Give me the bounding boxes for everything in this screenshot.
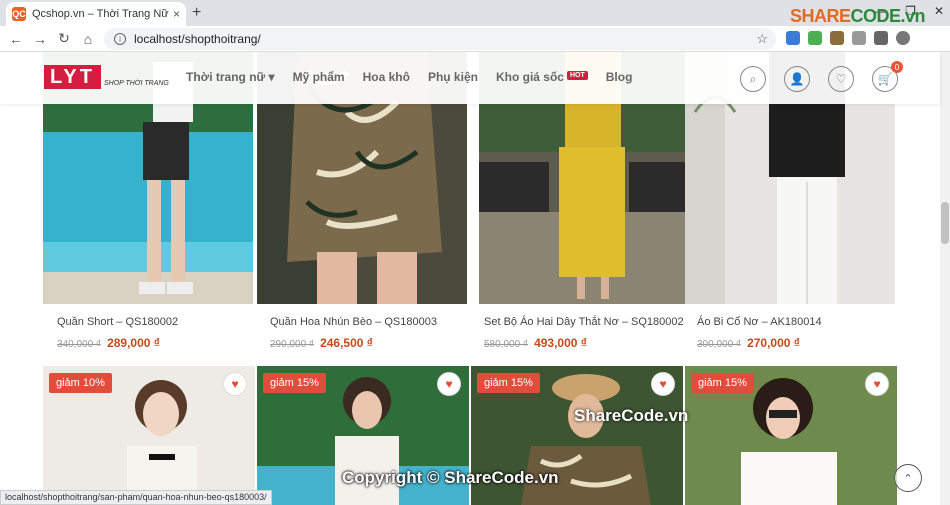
cart-count-badge: 0 — [891, 61, 903, 73]
address-bar[interactable]: i localhost/shopthoitrang/ ☆ — [104, 28, 776, 50]
url-text: localhost/shopthoitrang/ — [134, 32, 261, 46]
reload-icon[interactable]: ↻ — [52, 30, 76, 47]
product-name[interactable]: Set Bộ Áo Hai Dây Thắt Nơ – SQ180002 — [484, 316, 684, 328]
puzzle-icon[interactable] — [874, 31, 888, 45]
back-icon[interactable]: ← — [4, 31, 28, 47]
menu-item-blog[interactable]: Blog — [606, 70, 633, 84]
scrollbar[interactable] — [940, 52, 950, 505]
status-bar-url: localhost/shopthoitrang/san-pham/quan-ho… — [0, 490, 272, 505]
menu-item-kho-gia-soc[interactable]: Kho giá sốc HOT — [496, 70, 588, 84]
wishlist-heart-icon[interactable]: ♥ — [223, 372, 247, 396]
sale-price: 493,000 ₫ — [534, 336, 587, 350]
wishlist-heart-icon[interactable]: ♥ — [437, 372, 461, 396]
extensions — [786, 31, 910, 45]
old-price: 300,000 ₫ — [697, 339, 742, 350]
back-to-top-button[interactable]: ⌃ — [894, 464, 922, 492]
extension-icon[interactable] — [852, 31, 866, 45]
header-icons: ⌕ 👤 ♡ 🛒 0 — [740, 61, 903, 92]
logo-subtitle: SHOP THỜI TRANG — [103, 79, 169, 87]
forward-icon[interactable]: → — [28, 31, 52, 47]
extension-icon[interactable] — [786, 31, 800, 45]
hot-badge: HOT — [566, 71, 588, 80]
tab-close-icon[interactable]: × — [173, 7, 180, 21]
discount-badge: giảm 10% — [49, 373, 112, 393]
product-card[interactable]: giảm 10% ♥ — [43, 366, 255, 505]
logo-mark: LYT — [44, 65, 101, 89]
wishlist-heart-icon[interactable]: ♥ — [865, 372, 889, 396]
browser-toolbar: ← → ↻ ⌂ i localhost/shopthoitrang/ ☆ — [0, 26, 950, 52]
product-name[interactable]: Quần Short – QS180002 — [57, 316, 178, 328]
wishlist-heart-icon[interactable]: ♥ — [651, 372, 675, 396]
product-price: 300,000 ₫ 270,000 ₫ — [697, 336, 800, 350]
discount-badge: giảm 15% — [691, 373, 754, 393]
menu-item-thoi-trang-nu[interactable]: Thời trang nữ ▾ — [186, 70, 275, 84]
user-icon[interactable]: 👤 — [784, 66, 810, 92]
search-icon[interactable]: ⌕ — [740, 66, 766, 92]
profile-avatar[interactable] — [896, 31, 910, 45]
wishlist-heart-icon[interactable]: ♡ — [828, 66, 854, 92]
discount-badge: giảm 15% — [477, 373, 540, 393]
product-name[interactable]: Áo Bi Cổ Nơ – AK180014 — [697, 316, 822, 328]
watermark-text: ShareCode.vn — [574, 406, 689, 425]
window-close-icon[interactable]: ✕ — [934, 4, 944, 18]
product-name[interactable]: Quần Hoa Nhún Bèo – QS180003 — [270, 316, 437, 328]
site-favicon-icon: QC — [12, 7, 26, 21]
menu-item-hoa-kho[interactable]: Hoa khô — [363, 70, 410, 84]
extension-icon[interactable] — [808, 31, 822, 45]
old-price: 340,000 ₫ — [57, 339, 102, 350]
site-header: LYT SHOP THỜI TRANG Thời trang nữ ▾ Mỹ p… — [0, 52, 940, 104]
web-page: LYT SHOP THỜI TRANG Thời trang nữ ▾ Mỹ p… — [0, 52, 950, 505]
menu-item-phu-kien[interactable]: Phụ kiện — [428, 70, 478, 84]
product-card[interactable]: giảm 15% ♥ — [685, 366, 897, 505]
new-tab-icon[interactable]: + — [192, 4, 201, 22]
home-icon[interactable]: ⌂ — [76, 31, 100, 47]
sale-price: 270,000 ₫ — [747, 336, 800, 350]
copyright-watermark: Copyright © ShareCode.vn — [342, 468, 559, 487]
old-price: 290,000 ₫ — [270, 339, 315, 350]
sale-price: 289,000 ₫ — [107, 336, 160, 350]
site-logo[interactable]: LYT SHOP THỜI TRANG — [44, 65, 169, 89]
product-price: 340,000 ₫ 289,000 ₫ — [57, 336, 160, 350]
scrollbar-thumb[interactable] — [941, 202, 949, 244]
cart-icon[interactable]: 🛒 0 — [872, 61, 903, 92]
sale-price: 246,500 ₫ — [320, 336, 373, 350]
browser-tab[interactable]: QC Qcshop.vn – Thời Trang Nữ Cao C × — [6, 2, 186, 26]
old-price: 580,000 ₫ — [484, 339, 529, 350]
info-icon[interactable]: i — [114, 33, 126, 45]
watermark-logo: SHARECODE.vn — [790, 6, 926, 26]
extension-icon[interactable] — [830, 31, 844, 45]
tab-title: Qcshop.vn – Thời Trang Nữ Cao C — [32, 8, 169, 20]
product-price: 290,000 ₫ 246,500 ₫ — [270, 336, 373, 350]
product-price: 580,000 ₫ 493,000 ₫ — [484, 336, 587, 350]
bookmark-star-icon[interactable]: ☆ — [756, 31, 768, 47]
menu-item-my-pham[interactable]: Mỹ phẩm — [293, 70, 345, 84]
discount-badge: giảm 15% — [263, 373, 326, 393]
main-menu: Thời trang nữ ▾ Mỹ phẩm Hoa khô Phụ kiện… — [186, 70, 632, 84]
